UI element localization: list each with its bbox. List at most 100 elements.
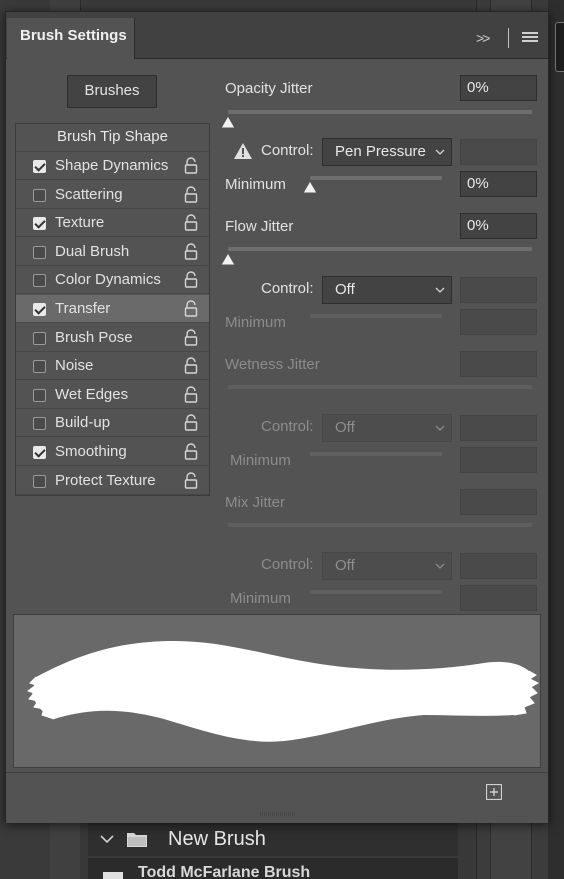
list-item-label: Smoothing [55,443,127,460]
checkbox[interactable] [33,417,46,431]
list-item-brush-pose[interactable]: Brush Pose [16,324,209,352]
list-item-label: Dual Brush [55,242,130,260]
unlock-icon[interactable] [184,328,198,346]
list-item-scattering[interactable]: Scattering [16,181,209,209]
mix-control-extra-field [460,553,537,579]
checkbox[interactable] [33,446,46,459]
wetness-jitter-label: Wetness Jitter [225,356,320,373]
opacity-control-select[interactable]: Pen Pressure [322,138,452,166]
unlock-icon[interactable] [184,271,198,289]
list-item-build-up[interactable]: Build-up [16,409,209,438]
unlock-icon[interactable] [184,214,198,231]
chevron-down-icon [435,287,445,293]
checkbox[interactable] [33,303,46,316]
list-item-wet-edges[interactable]: Wet Edges [16,381,209,409]
wetness-minimum-field [460,447,537,473]
brush-stroke-image [26,641,540,742]
flow-jitter-slider[interactable] [228,247,532,251]
brushes-button[interactable]: Brushes [67,75,157,108]
wetness-control-select: Off [322,414,452,442]
opacity-control-value: Pen Pressure [335,143,426,160]
mix-control-label: Control: [261,556,314,573]
wetness-control-value: Off [335,419,355,436]
mix-minimum-label: Minimum [230,590,291,607]
flow-control-extra-field [460,277,537,303]
unlock-icon[interactable] [184,357,198,374]
checkbox[interactable] [33,245,46,259]
flow-control-label: Control: [261,280,314,297]
unlock-icon[interactable] [184,386,198,403]
list-item-texture[interactable]: Texture [16,209,209,238]
mix-control-select: Off [322,552,452,580]
mix-control-value: Off [335,557,355,574]
panel-menu-icon[interactable] [522,32,538,44]
opacity-minimum-slider[interactable] [310,176,442,180]
warning-icon [234,143,252,159]
flow-control-select[interactable]: Off [322,276,452,304]
checkbox[interactable] [33,388,46,402]
list-item-label: Shape Dynamics [55,157,169,174]
checkbox[interactable] [33,217,46,231]
panel-tab-bar: Brush Settings >> [6,12,548,59]
list-item-label: Noise [55,357,94,375]
list-item-color-dynamics[interactable]: Color Dynamics [16,266,209,295]
wetness-jitter-slider [228,385,532,389]
list-item-label: Scattering [55,185,123,203]
list-item-brush-tip-shape[interactable]: Brush Tip Shape [16,124,209,152]
wetness-control-label: Control: [261,418,314,435]
list-item-dual-brush[interactable]: Dual Brush [16,238,209,266]
mix-minimum-field [460,585,537,611]
checkbox[interactable] [33,474,46,488]
brush-group-row[interactable]: New Brush [88,822,458,856]
wetness-minimum-slider [310,452,442,456]
unlock-icon[interactable] [184,243,198,260]
brush-item-row[interactable]: Todd McFarlane Brush [88,858,458,879]
list-item-noise[interactable]: Noise [16,352,209,381]
panel-dock-tab[interactable] [555,22,564,72]
unlock-icon[interactable] [184,157,198,174]
mix-jitter-slider [228,523,532,527]
folder-icon [127,833,147,847]
checkbox[interactable] [33,360,46,374]
list-item-label: Build-up [55,414,111,432]
tab-brush-settings[interactable]: Brush Settings [7,18,135,59]
checkbox[interactable] [33,274,46,288]
brush-group-name: New Brush [168,827,266,850]
unlock-icon[interactable] [184,443,198,460]
list-item-label: Transfer [55,300,111,317]
unlock-icon[interactable] [184,185,198,203]
unlock-icon[interactable] [184,414,198,432]
create-new-brush-icon[interactable] [486,784,502,800]
checkbox[interactable] [33,188,46,202]
mix-jitter-field [460,489,537,515]
opacity-control-label: Control: [261,142,314,159]
brush-options-list: Brush Tip Shape Shape Dynamics Scattering… [15,123,210,496]
mix-jitter-label: Mix Jitter [225,494,285,511]
unlock-icon[interactable] [184,300,198,317]
brush-stroke-preview [13,614,541,768]
list-item-label: Brush Pose [55,328,133,346]
opacity-minimum-label: Minimum [225,176,286,193]
opacity-jitter-slider[interactable] [228,110,532,114]
brush-preset-icon [103,872,123,879]
opacity-minimum-field[interactable]: 0% [460,171,537,197]
wetness-control-extra-field [460,415,537,441]
brush-settings-panel: Brush Settings >> Brushes Brush Tip Shap… [5,11,549,823]
collapse-panel-button[interactable]: >> [476,28,498,48]
flow-jitter-field[interactable]: 0% [460,213,537,239]
opacity-jitter-label: Opacity Jitter [225,80,313,97]
wetness-minimum-label: Minimum [230,452,291,469]
list-item-shape-dynamics[interactable]: Shape Dynamics [16,152,209,180]
chevron-down-icon [435,425,445,431]
opacity-control-extra-field [460,139,537,165]
checkbox[interactable] [33,160,46,173]
unlock-icon[interactable] [184,471,198,489]
chevron-down-icon[interactable] [100,834,114,844]
checkbox[interactable] [33,331,46,345]
brush-item-name: Todd McFarlane Brush [138,864,311,879]
list-item-transfer[interactable]: Transfer [16,295,209,323]
resize-grip-icon[interactable] [258,812,298,816]
opacity-jitter-field[interactable]: 0% [460,75,537,101]
list-item-smoothing[interactable]: Smoothing [16,438,209,466]
list-item-protect-texture[interactable]: Protect Texture [16,467,209,495]
